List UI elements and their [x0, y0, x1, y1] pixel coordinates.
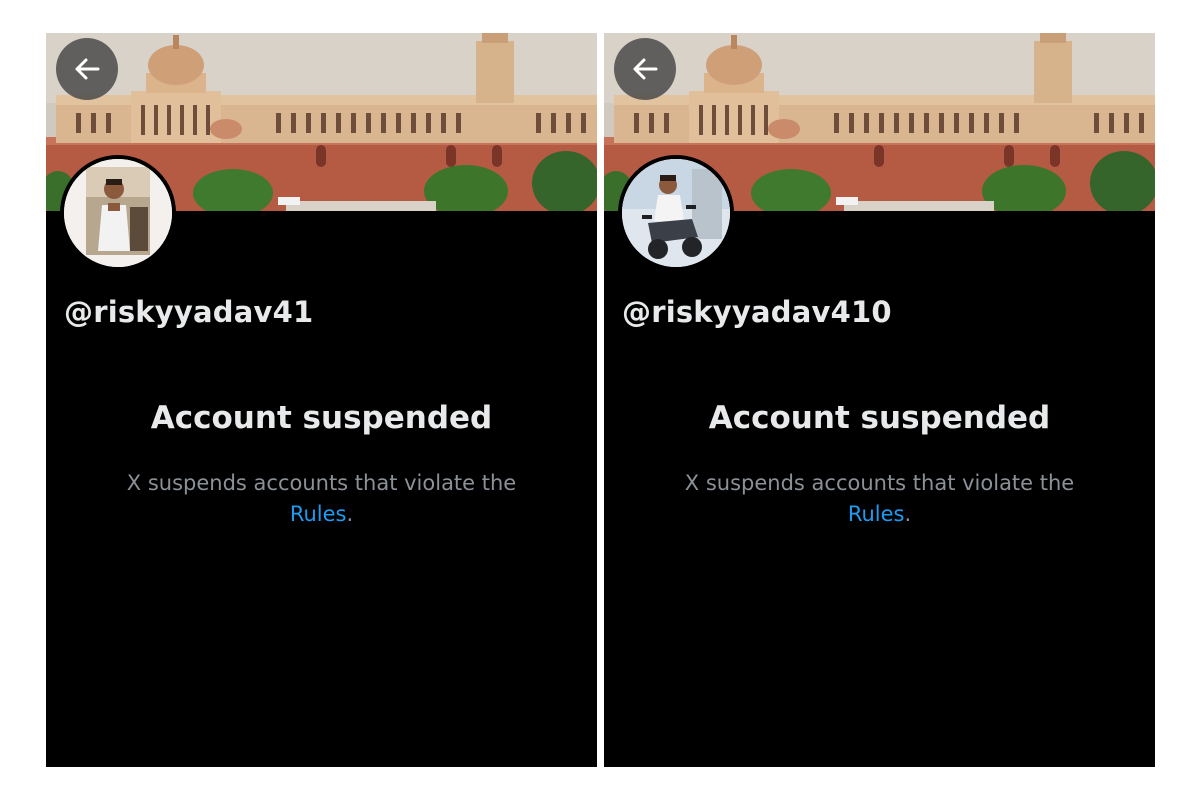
suspension-headline: Account suspended [150, 400, 493, 436]
rules-link[interactable]: Rules [290, 502, 347, 526]
avatar[interactable] [60, 155, 176, 271]
suspension-body: X suspends accounts that violate the Rul… [86, 468, 557, 530]
profile-handle: @riskyyadav410 [622, 295, 892, 329]
rules-link[interactable]: Rules [848, 502, 905, 526]
suspension-headline: Account suspended [708, 400, 1051, 436]
suspension-body-text: X suspends accounts that violate the [684, 471, 1075, 495]
suspension-body-text: X suspends accounts that violate the [126, 471, 517, 495]
profile-panel-left: @riskyyadav41 Account suspended X suspen… [46, 33, 597, 767]
suspension-body: X suspends accounts that violate the Rul… [644, 468, 1115, 530]
trailing-period: . [904, 502, 912, 526]
suspension-message: Account suspended X suspends accounts th… [86, 400, 557, 530]
back-button[interactable] [614, 38, 676, 100]
arrow-left-icon [75, 58, 100, 80]
arrow-left-icon [633, 58, 658, 80]
avatar[interactable] [618, 155, 734, 271]
profile-panel-right: @riskyyadav410 Account suspended X suspe… [604, 33, 1155, 767]
suspension-message: Account suspended X suspends accounts th… [644, 400, 1115, 530]
profile-handle: @riskyyadav41 [64, 295, 314, 329]
back-button[interactable] [56, 38, 118, 100]
trailing-period: . [346, 502, 354, 526]
